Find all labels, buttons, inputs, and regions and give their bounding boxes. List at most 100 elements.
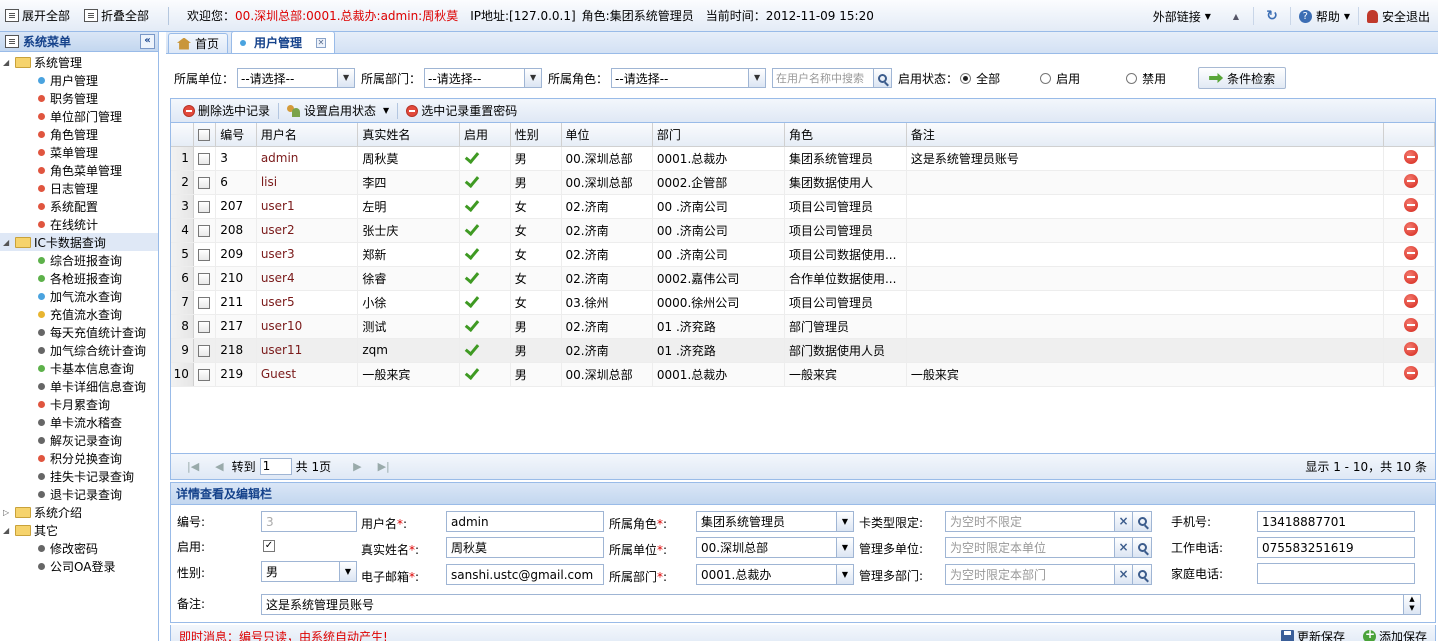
collapse-sidebar-button[interactable]: « — [140, 34, 155, 49]
table-row[interactable]: 4 208 user2 张士庆 女 02.济南 00 .济南公司 项目公司管理员 — [171, 218, 1435, 243]
row-checkbox[interactable] — [193, 170, 217, 195]
search-icon[interactable] — [1132, 538, 1151, 557]
table-row[interactable]: 3 207 user1 左明 女 02.济南 00 .济南公司 项目公司管理员 — [171, 194, 1435, 219]
multi-unit-field[interactable]: 为空时限定本单位 × — [945, 537, 1152, 558]
email-field[interactable]: sanshi.ustc@gmail.com — [446, 564, 604, 585]
sidebar-item[interactable]: 单卡详细信息查询 — [0, 377, 158, 395]
row-delete-button[interactable] — [1383, 290, 1435, 315]
tab-user-management[interactable]: 用户管理 ✕ — [231, 31, 336, 53]
sidebar-item[interactable]: 加气综合统计查询 — [0, 341, 158, 359]
sidebar-item[interactable]: 修改密码 — [0, 539, 158, 557]
col-header-id[interactable]: 编号 — [215, 123, 257, 147]
sidebar-item[interactable]: 挂失卡记录查询 — [0, 467, 158, 485]
logout-button[interactable]: 安全退出 — [1357, 7, 1438, 25]
reset-password-button[interactable]: 选中记录重置密码 — [400, 101, 523, 121]
role-select-field[interactable]: 集团系统管理员 ▼ — [696, 511, 854, 532]
table-row[interactable]: 10 219 Guest 一般来宾男 00.深圳总部 0001.总裁办 一般来宾 一般来宾 — [171, 362, 1435, 387]
row-delete-button[interactable] — [1383, 146, 1435, 171]
condition-search-button[interactable]: 条件检索 — [1198, 67, 1287, 89]
sidebar-item[interactable]: 公司OA登录 — [0, 557, 158, 575]
scroll-icon[interactable]: ▲ ▼ — [1403, 595, 1420, 614]
col-header-enabled[interactable]: 启用 — [459, 123, 511, 147]
sidebar-group-system[interactable]: ◢ 系统管理 — [0, 53, 158, 71]
table-row[interactable]: 1 3 admin 周秋莫 男 00.深圳总部 0001.总裁办 集团系统管理员 这是系统管理员… — [171, 146, 1435, 171]
page-input[interactable]: 1 — [259, 458, 292, 475]
select-all-checkbox[interactable] — [193, 123, 217, 147]
update-save-button[interactable]: 更新保存 — [1280, 627, 1345, 641]
sidebar-group-ic-card[interactable]: ◢ IC卡数据查询 — [0, 233, 158, 251]
row-delete-button[interactable] — [1383, 242, 1435, 267]
sidebar-group-other[interactable]: ◢ 其它 — [0, 521, 158, 539]
sidebar-item[interactable]: 单卡流水稽查 — [0, 413, 158, 431]
sidebar-item[interactable]: 职务管理 — [0, 89, 158, 107]
unit-select-field[interactable]: 00.深圳总部 ▼ — [696, 537, 854, 558]
expanded-icon[interactable]: ◢ — [3, 526, 13, 535]
sidebar-item[interactable]: 每天充值统计查询 — [0, 323, 158, 341]
sex-select[interactable]: 男 ▼ — [261, 561, 357, 582]
row-checkbox[interactable] — [193, 338, 217, 363]
multi-dept-field[interactable]: 为空时限定本部门 × — [945, 564, 1152, 585]
row-delete-button[interactable] — [1383, 314, 1435, 339]
sidebar-item[interactable]: 积分兑换查询 — [0, 449, 158, 467]
set-enabled-menu[interactable]: 设置启用状态 ▼ — [281, 101, 395, 121]
next-page-button[interactable]: ▶ — [345, 460, 369, 473]
sidebar-item[interactable]: 综合班报查询 — [0, 251, 158, 269]
collapse-all-button[interactable]: 折叠全部 — [79, 5, 154, 27]
sidebar-item[interactable]: 各枪班报查询 — [0, 269, 158, 287]
status-disabled-radio[interactable] — [1126, 72, 1138, 84]
dept-select[interactable]: --请选择-- ▼ — [424, 68, 543, 88]
role-select[interactable]: --请选择-- ▼ — [611, 68, 767, 88]
row-checkbox[interactable] — [193, 314, 217, 339]
enabled-checkbox[interactable]: ✓ — [263, 540, 275, 552]
sidebar-item[interactable]: 系统配置 — [0, 197, 158, 215]
delete-selected-button[interactable]: 删除选中记录 — [177, 101, 276, 121]
realname-field[interactable]: 周秋莫 — [446, 537, 604, 558]
row-delete-button[interactable] — [1383, 170, 1435, 195]
col-header-role[interactable]: 角色 — [784, 123, 907, 147]
close-tab-icon[interactable]: ✕ — [316, 37, 327, 48]
card-type-field[interactable]: 为空时不限定 × — [945, 511, 1152, 532]
row-checkbox[interactable] — [193, 218, 217, 243]
sidebar-item[interactable]: 卡基本信息查询 — [0, 359, 158, 377]
sidebar-item[interactable]: 菜单管理 — [0, 143, 158, 161]
help-menu[interactable]: ? 帮助 ▼ — [1289, 7, 1358, 25]
search-icon[interactable] — [1132, 512, 1151, 531]
external-links-menu[interactable]: 外部链接 ▼ — [1145, 7, 1219, 25]
unit-select[interactable]: --请选择-- ▼ — [237, 68, 356, 88]
table-row[interactable]: 5 209 user3 郑新 女 02.济南 00 .济南公司 项目公司数据使用... — [171, 242, 1435, 267]
row-delete-button[interactable] — [1383, 194, 1435, 219]
dept-select-field[interactable]: 0001.总裁办 ▼ — [696, 564, 854, 585]
sidebar-item[interactable]: 加气流水查询 — [0, 287, 158, 305]
row-checkbox[interactable] — [193, 242, 217, 267]
clear-icon[interactable]: × — [1114, 512, 1132, 531]
row-delete-button[interactable] — [1383, 266, 1435, 291]
table-row[interactable]: 6 210 user4 徐睿 女 02.济南 0002.嘉伟公司 合作单位数据使用... — [171, 266, 1435, 291]
status-all-radio[interactable] — [960, 72, 972, 84]
row-checkbox[interactable] — [193, 266, 217, 291]
search-button[interactable] — [874, 68, 893, 88]
table-row[interactable]: 2 6 lisi 李四 男 00.深圳总部 0002.企管部 集团数据使用人 — [171, 170, 1435, 195]
search-input[interactable]: 在用户名称中搜索 — [772, 68, 875, 88]
sidebar-item[interactable]: 解灰记录查询 — [0, 431, 158, 449]
row-delete-button[interactable] — [1383, 338, 1435, 363]
sidebar-item[interactable]: 卡月累查询 — [0, 395, 158, 413]
prev-page-button[interactable]: ◀ — [207, 460, 231, 473]
expanded-icon[interactable]: ◢ — [3, 58, 13, 67]
row-delete-button[interactable] — [1383, 362, 1435, 387]
collapse-top-button[interactable]: ▲ — [1219, 7, 1253, 25]
sidebar-item[interactable]: 充值流水查询 — [0, 305, 158, 323]
row-checkbox[interactable] — [193, 362, 217, 387]
clear-icon[interactable]: × — [1114, 538, 1132, 557]
first-page-button[interactable]: |◀ — [179, 460, 207, 473]
col-header-unit[interactable]: 单位 — [561, 123, 653, 147]
refresh-button[interactable]: ↻ — [1253, 7, 1290, 25]
sidebar-group-intro[interactable]: ▷ 系统介绍 — [0, 503, 158, 521]
mobile-field[interactable]: 13418887701 — [1257, 511, 1415, 532]
add-save-button[interactable]: 添加保存 — [1362, 627, 1427, 641]
status-enabled-radio[interactable] — [1040, 72, 1052, 84]
note-field[interactable]: 这是系统管理员账号 ▲ ▼ — [261, 594, 1421, 615]
row-checkbox[interactable] — [193, 290, 217, 315]
col-header-username[interactable]: 用户名 — [256, 123, 359, 147]
search-icon[interactable] — [1132, 565, 1151, 584]
sidebar-item[interactable]: 单位部门管理 — [0, 107, 158, 125]
